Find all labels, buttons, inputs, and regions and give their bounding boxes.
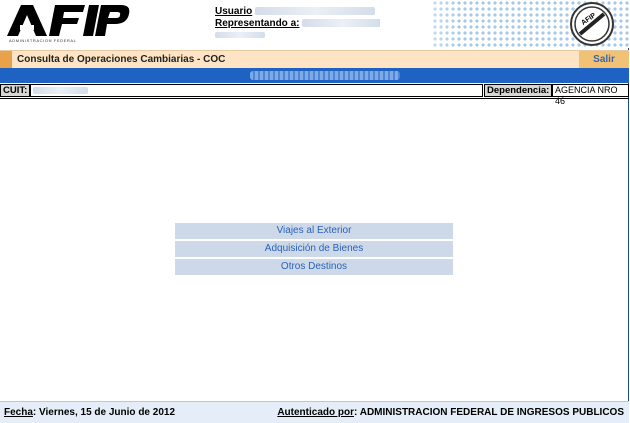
cuit-label: CUIT: [0, 84, 30, 97]
fecha-label: Fecha [4, 407, 33, 418]
salir-link[interactable]: Salir [579, 51, 629, 68]
cuit-value [30, 84, 483, 97]
representando-value-redacted [302, 19, 383, 28]
dot-pattern-fade [380, 0, 460, 48]
autenticado-value: : ADMINISTRACION FEDERAL DE INGRESOS PUB… [353, 407, 624, 418]
dependencia-label: Dependencia: [484, 84, 552, 97]
user-info: Usuario Representando a: [215, 6, 383, 42]
menu-item-viajes[interactable]: Viajes al Exterior [175, 223, 453, 239]
afip-logo: ADMINISTRACION FEDERAL [3, 3, 131, 45]
info-row: CUIT: Dependencia: AGENCIA NRO 46 [0, 84, 629, 106]
autenticado-label: Autenticado por [277, 407, 354, 418]
usuario-value-redacted [255, 7, 376, 16]
menu-item-adquisicion[interactable]: Adquisición de Bienes [175, 241, 453, 257]
band-text-redacted [250, 71, 400, 80]
header-band [0, 68, 629, 83]
footer-auth: Autenticado por: ADMINISTRACION FEDERAL … [277, 407, 624, 418]
representando-label: Representando a: [215, 18, 300, 29]
logo-caption: ADMINISTRACION FEDERAL [9, 38, 77, 43]
footer-date: Fecha: Viernes, 15 de Junio de 2012 [4, 407, 175, 418]
title-accent [0, 51, 12, 68]
options-menu: Viajes al Exterior Adquisición de Bienes… [175, 223, 453, 277]
usuario-label: Usuario [215, 6, 253, 17]
header: ADMINISTRACION FEDERAL Usuario Represent… [0, 0, 630, 48]
representando-extra-redacted [215, 32, 265, 39]
afip-seal-icon: AFIP [570, 2, 614, 46]
cuit-value-redacted [33, 87, 88, 95]
title-bar: Consulta de Operaciones Cambiarias - COC… [0, 50, 629, 69]
fecha-value: : Viernes, 15 de Junio de 2012 [32, 407, 176, 418]
page-title: Consulta de Operaciones Cambiarias - COC [17, 54, 226, 65]
footer: Fecha: Viernes, 15 de Junio de 2012 Aute… [0, 401, 629, 423]
page: ADMINISTRACION FEDERAL Usuario Represent… [0, 0, 630, 423]
menu-item-otros[interactable]: Otros Destinos [175, 259, 453, 275]
dependencia-value: AGENCIA NRO 46 [552, 84, 629, 106]
afip-logo-mark [7, 5, 130, 36]
